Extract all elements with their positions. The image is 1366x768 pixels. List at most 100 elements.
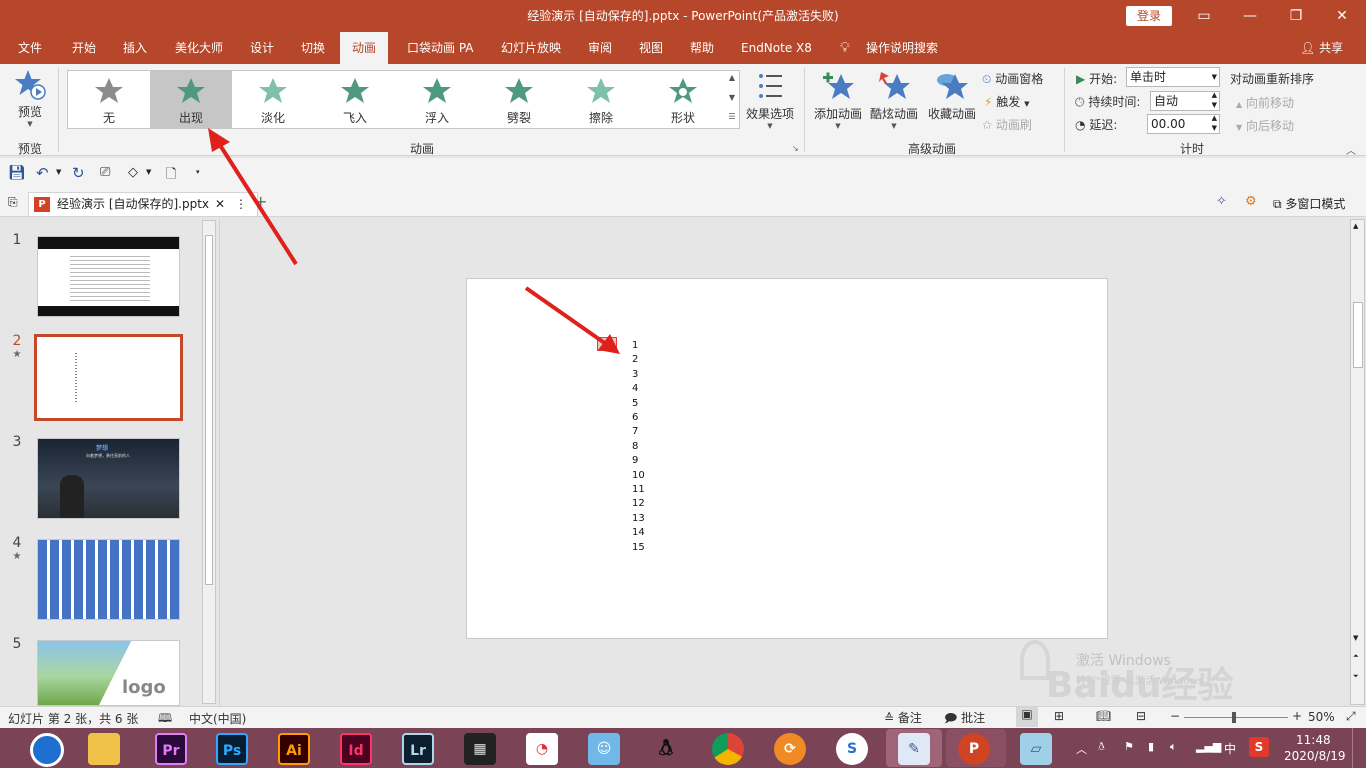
scroll-down-icon[interactable]: ▼ [1353, 634, 1358, 642]
video-editor-icon[interactable]: ▦ [464, 733, 496, 765]
illustrator-icon[interactable]: Ai [278, 733, 310, 765]
gallery-scroll-down-icon[interactable]: ▼ [725, 93, 739, 102]
clock-time[interactable]: 11:48 [1296, 733, 1331, 747]
tab-design[interactable]: 设计 [248, 32, 276, 64]
animation-pane-button[interactable]: ⏲ 动画窗格 [982, 70, 1043, 87]
fit-slide-icon[interactable]: ⤢ [1346, 709, 1356, 724]
minimize-button[interactable]: — [1227, 0, 1273, 32]
spellcheck-icon[interactable]: 🕮︎ [158, 709, 172, 730]
animation-painter-button[interactable]: ✩ 动画刷 [982, 116, 1032, 133]
previous-slide-icon[interactable]: ⏶ [1353, 652, 1359, 661]
magic-icon[interactable]: ✧ [1216, 194, 1227, 209]
tab-endnote[interactable]: EndNote X8 [739, 32, 814, 64]
trigger-button[interactable]: ⚡︎ 触发 ▼ [984, 93, 1030, 110]
ribbon-display-options-icon[interactable]: ▭ [1181, 0, 1227, 32]
share-button[interactable]: 👤︎ 共享 [1298, 32, 1345, 64]
collapse-ribbon-icon[interactable]: ︿ [1346, 142, 1356, 157]
restore-button[interactable]: ❐ [1273, 0, 1319, 32]
start-select[interactable]: 单击时 ▼ [1126, 67, 1220, 87]
close-button[interactable]: ✕ [1319, 0, 1365, 32]
duration-input[interactable]: 自动 ▲ ▼ [1150, 91, 1220, 111]
customize-qat-icon[interactable]: ▾ [196, 168, 200, 176]
gallery-scroll-up-icon[interactable]: ▲ [725, 73, 739, 82]
shapes-dropdown-icon[interactable]: ▼ [146, 168, 151, 176]
ime-indicator[interactable]: 中 [1224, 740, 1236, 757]
new-file-icon[interactable]: 🗋︎ [166, 165, 176, 187]
file-explorer-icon[interactable] [88, 733, 120, 765]
zoom-in-icon[interactable]: + [1292, 709, 1302, 723]
animation-wipe[interactable]: 擦除 [560, 71, 642, 128]
login-button[interactable]: 登录 [1126, 6, 1172, 26]
chat-bot-icon[interactable]: ☺ [588, 733, 620, 765]
fav-animation-button[interactable]: 收藏动画 [926, 70, 978, 122]
network-error-icon[interactable]: ⚑ [1124, 740, 1134, 753]
new-tab-icon[interactable]: + [254, 192, 267, 211]
tab-menu-icon[interactable]: ⋮ [235, 193, 247, 215]
sogou-search-icon[interactable]: S [836, 733, 868, 765]
clock-date[interactable]: 2020/8/19 [1284, 749, 1346, 763]
notes-app-icon[interactable]: ▱ [1020, 733, 1052, 765]
qq-icon[interactable]: 🐧︎ [650, 733, 682, 765]
animation-none[interactable]: 无 [68, 71, 150, 128]
save-icon[interactable]: 💾︎ [8, 165, 26, 181]
zoom-slider-thumb[interactable] [1232, 712, 1236, 723]
lightbulb-icon[interactable]: 💡︎ [838, 32, 852, 64]
tab-insert[interactable]: 插入 [121, 32, 149, 64]
multi-window-button[interactable]: ⧉ 多窗口模式 [1273, 195, 1345, 212]
animation-split[interactable]: 劈裂 [478, 71, 560, 128]
lightroom-icon[interactable]: Lr [402, 733, 434, 765]
premiere-icon[interactable]: Pr [155, 733, 187, 765]
canvas-scroll-thumb[interactable] [1353, 302, 1363, 368]
duration-spinner-icon[interactable]: ▲ ▼ [1212, 90, 1217, 110]
wifi-icon[interactable]: ▂▄▆ [1196, 740, 1221, 753]
dialog-launcher-icon[interactable]: ↘ [792, 144, 799, 153]
zoom-out-icon[interactable]: − [1170, 709, 1180, 723]
shapes-icon[interactable]: ◇ [128, 165, 138, 180]
cool-animation-button[interactable]: 酷炫动画 ▼ [868, 70, 920, 130]
undo-dropdown-icon[interactable]: ▼ [56, 168, 61, 176]
canvas-scrollbar[interactable]: ▲ ▼ ⏶ ⏷ [1350, 219, 1365, 705]
notes-button[interactable]: ≙ 备注 [884, 709, 922, 726]
tray-expand-icon[interactable]: ︿ [1076, 741, 1087, 757]
tab-transitions[interactable]: 切换 [299, 32, 327, 64]
show-desktop-button[interactable] [1352, 728, 1366, 768]
browser-icon[interactable]: ⟳ [774, 733, 806, 765]
move-later-button[interactable]: ▼ 向后移动 [1236, 117, 1294, 134]
slide-thumbnail-3[interactable]: 梦想 向着梦想，勇往直前的人 [37, 438, 180, 519]
volume-icon[interactable]: 🔈︎ [1170, 740, 1177, 754]
tab-animations[interactable]: 动画 [340, 32, 389, 64]
language-indicator[interactable]: 中文(中国) [189, 710, 246, 727]
thumbnail-scrollbar[interactable] [202, 220, 216, 704]
animation-fade[interactable]: 淡化 [232, 71, 314, 128]
tell-me-search[interactable]: 操作说明搜索 [864, 32, 940, 64]
battery-icon[interactable]: ▮ [1148, 740, 1154, 753]
redo-icon[interactable]: ↻ [72, 164, 85, 182]
gallery-more-icon[interactable]: ☰ [725, 112, 739, 121]
tab-pocket-animation[interactable]: 口袋动画 PA [405, 32, 476, 64]
move-earlier-button[interactable]: ▲ 向前移动 [1236, 94, 1294, 111]
photoshop-icon[interactable]: Ps [216, 733, 248, 765]
tray-qq-icon[interactable]: 🐧︎ [1098, 740, 1105, 755]
animation-fly-in[interactable]: 飞入 [314, 71, 396, 128]
animation-tag-icon[interactable] [597, 337, 617, 351]
tab-home[interactable]: 开始 [70, 32, 98, 64]
indesign-icon[interactable]: Id [340, 733, 372, 765]
tab-file[interactable]: 文件 [16, 32, 44, 64]
tab-slideshow[interactable]: 幻灯片放映 [499, 32, 563, 64]
delay-input[interactable]: 00.00 ▲ ▼ [1147, 114, 1220, 134]
reading-view-icon[interactable]: 📖︎ [1096, 709, 1111, 723]
scroll-up-icon[interactable]: ▲ [1353, 222, 1358, 230]
pie-chart-app-icon[interactable]: ◔ [526, 733, 558, 765]
slide-thumbnail-4[interactable] [37, 539, 180, 620]
undo-icon[interactable]: ↶ [36, 164, 49, 182]
tab-view[interactable]: 视图 [637, 32, 665, 64]
thumbnail-scroll-thumb[interactable] [205, 235, 213, 585]
tab-help[interactable]: 帮助 [688, 32, 716, 64]
effect-options-button[interactable]: 效果选项 ▼ [744, 70, 796, 130]
start-browser-icon[interactable] [30, 733, 64, 767]
tab-beautify[interactable]: 美化大师 [173, 32, 225, 64]
close-tab-icon[interactable]: ✕ [215, 193, 225, 215]
file-navigator-icon[interactable]: ⎘ [8, 195, 18, 210]
add-animation-button[interactable]: 添加动画 ▼ [812, 70, 864, 130]
next-slide-icon[interactable]: ⏷ [1353, 672, 1359, 681]
